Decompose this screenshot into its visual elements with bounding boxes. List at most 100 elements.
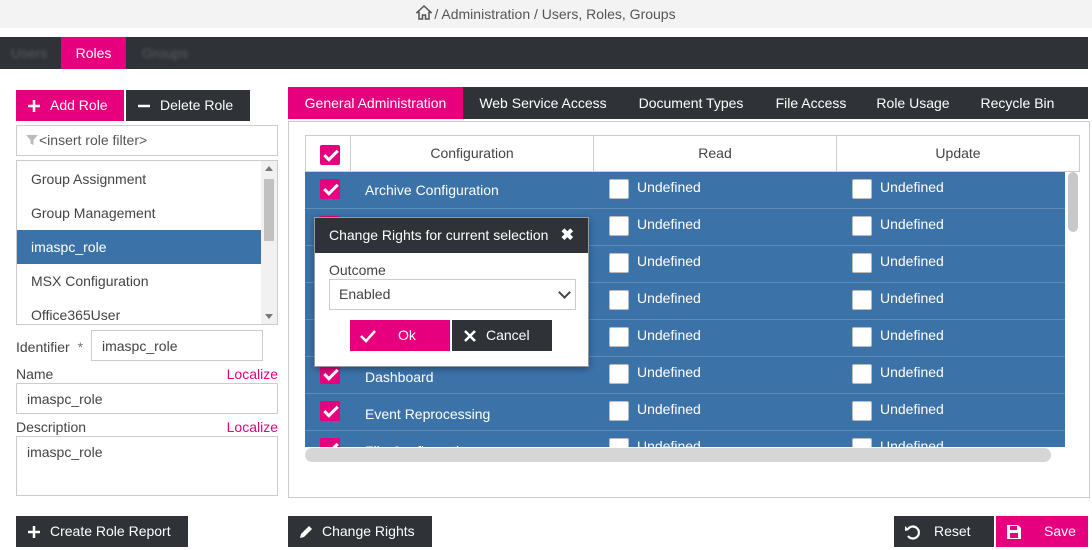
update-value: Undefined [880, 364, 944, 380]
home-icon[interactable] [415, 1, 434, 29]
table-row[interactable]: Archive Configuration Undefined Undefine… [305, 172, 1065, 209]
tab-web-service-access[interactable]: Web Service Access [465, 87, 621, 119]
close-icon[interactable]: ✖ [561, 218, 574, 253]
role-item[interactable]: MSX Configuration [17, 264, 261, 298]
row-name: File Configuration [365, 433, 475, 447]
row-name: Archive Configuration [365, 182, 499, 198]
identifier-field[interactable]: imaspc_role [91, 330, 263, 361]
create-role-report-label: Create Role Report [50, 523, 171, 539]
outcome-label: Outcome [329, 262, 386, 278]
minus-icon [136, 98, 152, 114]
table-row[interactable]: File Configuration Undefined Undefined [305, 431, 1065, 447]
update-value: Undefined [880, 253, 944, 269]
role-list-scrollbar[interactable] [261, 161, 277, 324]
dialog-title: Change Rights for current selection ✖ [315, 218, 588, 253]
description-field[interactable]: imaspc_role [16, 436, 278, 496]
update-checkbox[interactable] [852, 253, 872, 273]
read-value: Undefined [637, 216, 701, 232]
update-checkbox[interactable] [852, 179, 872, 199]
tab-file-access[interactable]: File Access [761, 87, 861, 119]
read-checkbox[interactable] [609, 216, 629, 236]
table-row[interactable]: Event Reprocessing Undefined Undefined [305, 394, 1065, 431]
tab-general-administration[interactable]: General Administration [288, 87, 463, 119]
top-tab-bar: Users Roles Groups [0, 37, 1088, 69]
row-checkbox[interactable] [320, 401, 340, 421]
save-button[interactable]: Save [996, 516, 1088, 547]
change-rights-button[interactable]: Change Rights [288, 516, 432, 547]
delete-role-button[interactable]: Delete Role [126, 90, 250, 121]
role-filter-input[interactable]: <insert role filter> [16, 125, 278, 156]
scroll-thumb[interactable] [264, 179, 274, 241]
role-item-selected[interactable]: imaspc_role [17, 230, 261, 264]
role-list: Group Assignment Group Management imaspc… [16, 160, 278, 325]
update-checkbox[interactable] [852, 364, 872, 384]
grid-vertical-scrollbar[interactable] [1067, 172, 1079, 447]
role-item[interactable]: Group Assignment [17, 162, 261, 196]
name-field[interactable]: imaspc_role [16, 383, 278, 414]
description-localize-link[interactable]: Localize [210, 419, 278, 435]
role-filter-placeholder: <insert role filter> [39, 132, 148, 148]
update-checkbox[interactable] [852, 290, 872, 310]
tab-role-usage[interactable]: Role Usage [863, 87, 963, 119]
read-checkbox[interactable] [609, 290, 629, 310]
role-item[interactable]: Office365User [17, 298, 261, 324]
row-checkbox[interactable] [320, 179, 340, 199]
outcome-value: Enabled [339, 286, 391, 302]
scroll-down-icon[interactable] [265, 314, 273, 319]
scroll-up-icon[interactable] [265, 166, 273, 171]
tab-groups[interactable]: Groups [128, 37, 202, 69]
floppy-disk-icon [1006, 524, 1022, 540]
save-label: Save [1044, 523, 1076, 539]
undo-icon [904, 524, 920, 540]
dialog-title-text: Change Rights for current selection [329, 227, 549, 243]
update-value: Undefined [880, 216, 944, 232]
read-checkbox[interactable] [609, 438, 629, 447]
identifier-label: Identifier * [16, 339, 83, 355]
cancel-button[interactable]: Cancel [452, 320, 552, 351]
add-role-button[interactable]: Add Role [16, 90, 124, 121]
update-checkbox[interactable] [852, 216, 872, 236]
read-checkbox[interactable] [609, 364, 629, 384]
create-role-report-button[interactable]: Create Role Report [16, 516, 188, 547]
grid-horizontal-scrollbar[interactable] [305, 448, 1051, 462]
read-value: Undefined [637, 253, 701, 269]
read-checkbox[interactable] [609, 327, 629, 347]
reset-button[interactable]: Reset [894, 516, 994, 547]
add-role-label: Add Role [50, 97, 108, 113]
grid-header: Configuration Read Update [305, 135, 1080, 172]
rights-tab-bar: General Administration Web Service Acces… [288, 87, 1088, 119]
read-checkbox[interactable] [609, 179, 629, 199]
close-icon [462, 328, 478, 344]
column-header-read[interactable]: Read [593, 136, 836, 171]
column-header-configuration[interactable]: Configuration [350, 136, 593, 171]
read-checkbox[interactable] [609, 253, 629, 273]
tab-users[interactable]: Users [0, 37, 58, 69]
name-localize-link[interactable]: Localize [210, 366, 278, 382]
ok-button[interactable]: Ok [350, 320, 450, 351]
role-item[interactable]: Group Management [17, 196, 261, 230]
ok-label: Ok [398, 327, 416, 343]
tab-roles[interactable]: Roles [61, 37, 126, 69]
row-name: Event Reprocessing [365, 406, 491, 422]
update-checkbox[interactable] [852, 438, 872, 447]
read-checkbox[interactable] [609, 401, 629, 421]
update-value: Undefined [880, 290, 944, 306]
select-all-checkbox[interactable] [320, 145, 340, 165]
update-checkbox[interactable] [852, 401, 872, 421]
read-value: Undefined [637, 290, 701, 306]
change-rights-dialog: Change Rights for current selection ✖ Ou… [314, 217, 589, 367]
column-header-update[interactable]: Update [836, 136, 1079, 171]
row-checkbox[interactable] [320, 438, 340, 447]
delete-role-label: Delete Role [160, 97, 234, 113]
tab-recycle-bin[interactable]: Recycle Bin [965, 87, 1070, 119]
read-value: Undefined [637, 327, 701, 343]
description-label: Description [16, 419, 87, 435]
outcome-select[interactable]: Enabled [329, 279, 576, 310]
update-checkbox[interactable] [852, 327, 872, 347]
grid-scroll-thumb[interactable] [1068, 172, 1078, 232]
plus-icon [26, 524, 42, 540]
row-checkbox[interactable] [320, 364, 340, 384]
tab-document-types[interactable]: Document Types [623, 87, 759, 119]
required-mark: * [77, 339, 84, 355]
read-value: Undefined [637, 179, 701, 195]
